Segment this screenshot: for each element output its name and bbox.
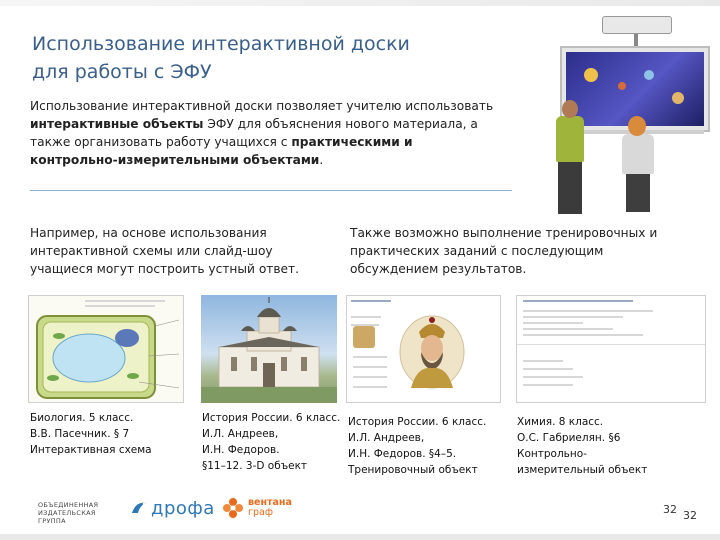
thumb-text-line <box>523 322 583 324</box>
caption-biology: Биология. 5 класс. В.В. Пасечник. § 7 Ин… <box>30 410 190 458</box>
caption-line: И.Н. Федоров. §4–5. <box>348 448 457 460</box>
page-number: 32 <box>663 503 677 516</box>
caption-line: И.Л. Андреев, <box>202 428 279 440</box>
biology-cell-thumbnail <box>28 295 184 403</box>
planet-shape <box>618 82 626 90</box>
thumb-option-line <box>523 384 573 386</box>
ventana-logo-text: вентана граф <box>248 498 292 518</box>
ventana-graf-logo: вентана граф <box>222 497 292 519</box>
whiteboard-screen <box>566 52 704 126</box>
top-band <box>0 0 720 6</box>
student-boy-legs <box>558 160 582 214</box>
right-paragraph: Также возможно выполнение тренировочных … <box>350 226 658 276</box>
thumb-separator <box>517 344 705 345</box>
intro-text-3: . <box>319 153 324 167</box>
slide: Использование интерактивной доски для ра… <box>0 0 720 540</box>
caption-line: Химия. 8 класс. <box>517 416 604 428</box>
caption-history-training: История России. 6 класс. И.Л. Андреев, И… <box>348 414 508 478</box>
thumb-text-line <box>523 316 623 318</box>
publisher-line-2: ИЗДАТЕЛЬСКАЯ ГРУППА <box>38 509 96 525</box>
caption-line: Биология. 5 класс. <box>30 412 134 424</box>
thumb-avatar <box>353 326 375 348</box>
intro-paragraph: Использование интерактивной доски позвол… <box>30 97 500 169</box>
thumb-option-line <box>353 356 387 358</box>
slide-title-line-1: Использование интерактивной доски <box>32 33 410 55</box>
student-boy-head <box>562 100 578 118</box>
thumb-option-line <box>523 368 573 370</box>
thumb-option-line <box>353 376 387 378</box>
caption-line: измерительный объект <box>517 464 648 476</box>
page-number: 32 <box>683 509 697 522</box>
section-divider <box>30 190 512 191</box>
caption-line: Интерактивная схема <box>30 444 152 456</box>
thumb-text-line <box>523 310 653 312</box>
planet-shape <box>584 68 598 82</box>
drofa-bird-icon <box>132 502 146 513</box>
thumb-text-line <box>523 334 643 336</box>
student-girl <box>622 134 654 174</box>
student-girl-legs <box>626 172 650 212</box>
intro-text-1: Использование интерактивной доски позвол… <box>30 99 494 113</box>
caption-line: История России. 6 класс. <box>348 416 487 428</box>
caption-chemistry: Химия. 8 класс. О.С. Габриелян. §6 Контр… <box>517 414 697 478</box>
caption-line: §11–12. 3-D объект <box>202 460 308 472</box>
plant-cell-icon <box>36 315 180 399</box>
planet-shape <box>672 92 684 104</box>
projector-icon <box>602 16 672 34</box>
thumb-option-line <box>353 366 387 368</box>
ventana-line-2: граф <box>248 507 273 518</box>
caption-line: О.С. Габриелян. §6 <box>517 432 621 444</box>
ventana-flower-icon <box>223 498 243 518</box>
drofa-logo-text: дрофа <box>151 497 215 519</box>
thumb-text-line <box>523 328 613 330</box>
thumb-option-line <box>353 386 387 388</box>
publisher-line-1: ОБЪЕДИНЕННАЯ <box>38 501 99 509</box>
caption-history-3d: История России. 6 класс. И.Л. Андреев, И… <box>202 410 352 474</box>
thumb-header-line <box>351 300 391 302</box>
drofa-logo: дрофа <box>130 496 215 520</box>
thumb-text-line <box>351 316 381 318</box>
student-girl-head <box>628 116 646 136</box>
thumb-option-line <box>523 376 583 378</box>
chemistry-test-thumbnail <box>516 295 706 403</box>
bottom-band <box>0 534 720 540</box>
slide-title-line-2: для работы с ЭФУ <box>32 61 212 83</box>
church-icon <box>201 297 337 403</box>
whiteboard-photo <box>540 10 720 220</box>
tsar-portrait-icon <box>399 315 465 389</box>
caption-line: И.Н. Федоров. <box>202 444 280 456</box>
publisher-group-logo: ОБЪЕДИНЕННАЯ ИЗДАТЕЛЬСКАЯ ГРУППА <box>38 501 118 525</box>
caption-line: История России. 6 класс. <box>202 412 341 424</box>
left-paragraph: Например, на основе использования интера… <box>30 226 300 276</box>
caption-line: В.В. Пасечник. § 7 <box>30 428 130 440</box>
thumb-header-line <box>523 300 633 302</box>
caption-line: И.Л. Андреев, <box>348 432 425 444</box>
intro-bold-1: интерактивные объекты <box>30 117 204 131</box>
planet-shape <box>644 70 654 80</box>
caption-line: Контрольно- <box>517 448 587 460</box>
history-training-thumbnail <box>346 295 501 403</box>
student-boy <box>556 116 584 162</box>
caption-line: Тренировочный объект <box>348 464 478 476</box>
thumb-option-line <box>523 360 563 362</box>
church-3d-thumbnail <box>201 295 337 403</box>
slide-title: Использование интерактивной доски для ра… <box>32 30 452 86</box>
